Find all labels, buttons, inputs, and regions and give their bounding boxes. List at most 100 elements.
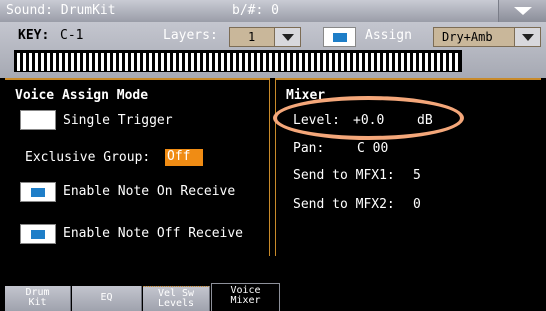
keyboard-key[interactable] — [173, 53, 176, 71]
keyboard-key[interactable] — [107, 53, 110, 71]
keyboard-key[interactable] — [353, 53, 356, 71]
keyboard-key[interactable] — [311, 53, 314, 71]
keyboard-key[interactable] — [155, 53, 158, 71]
keyboard-key[interactable] — [65, 53, 68, 71]
keyboard-key[interactable] — [245, 53, 248, 71]
keyboard-key[interactable] — [257, 53, 260, 71]
keyboard-key[interactable] — [377, 53, 380, 71]
keyboard-key[interactable] — [209, 53, 212, 71]
layers-dropdown-arrow[interactable] — [274, 28, 300, 46]
keyboard-key[interactable] — [77, 53, 80, 71]
keyboard-key[interactable] — [71, 53, 74, 71]
keyboard-key[interactable] — [395, 53, 398, 71]
keyboard-key[interactable] — [35, 53, 38, 71]
mfx1-row[interactable]: Send to MFX1: 5 — [293, 168, 421, 183]
keyboard-key[interactable] — [167, 53, 170, 71]
keyboard-key[interactable] — [53, 53, 56, 71]
keyboard-key[interactable] — [263, 53, 266, 71]
keyboard-key[interactable] — [137, 53, 140, 71]
keyboard-key[interactable] — [347, 53, 350, 71]
keyboard-key[interactable] — [233, 53, 236, 71]
keyboard-key[interactable] — [323, 53, 326, 71]
keyboard-key[interactable] — [185, 53, 188, 71]
pan-value[interactable]: C 00 — [357, 141, 388, 156]
keyboard-key[interactable] — [197, 53, 200, 71]
keyboard-key[interactable] — [449, 53, 452, 71]
fx-type-dropdown[interactable]: Dry+Amb — [433, 27, 541, 47]
tab-eq[interactable]: EQ — [72, 286, 142, 311]
keyboard-key[interactable] — [23, 53, 26, 71]
pan-row[interactable]: Pan: C 00 — [293, 141, 388, 156]
keyboard-key[interactable] — [455, 53, 458, 71]
single-trigger-checkbox[interactable] — [20, 110, 56, 130]
note-on-checkbox[interactable] — [20, 182, 56, 202]
keyboard-key[interactable] — [281, 53, 284, 71]
keyboard-key[interactable] — [101, 53, 104, 71]
keyboard-key[interactable] — [437, 53, 440, 71]
level-annotation-ellipse — [273, 96, 464, 140]
keyboard-key[interactable] — [47, 53, 50, 71]
keyboard-key[interactable] — [341, 53, 344, 71]
keyboard-key[interactable] — [335, 53, 338, 71]
keyboard-key[interactable] — [317, 53, 320, 71]
keyboard-key[interactable] — [221, 53, 224, 71]
keyboard-key[interactable] — [17, 53, 20, 71]
keyboard-key[interactable] — [443, 53, 446, 71]
keyboard-key[interactable] — [419, 53, 422, 71]
keyboard-key[interactable] — [401, 53, 404, 71]
keyboard-key[interactable] — [191, 53, 194, 71]
keyboard-key[interactable] — [161, 53, 164, 71]
keyboard-key[interactable] — [413, 53, 416, 71]
keyboard-key[interactable] — [41, 53, 44, 71]
keyboard-key[interactable] — [149, 53, 152, 71]
keyboard-key[interactable] — [371, 53, 374, 71]
sound-name: Sound: DrumKit — [6, 3, 116, 18]
keyboard-key[interactable] — [269, 53, 272, 71]
page-menu-button[interactable] — [498, 0, 546, 22]
keyboard-key[interactable] — [287, 53, 290, 71]
mfx2-row[interactable]: Send to MFX2: 0 — [293, 197, 421, 212]
keyboard-key[interactable] — [293, 53, 296, 71]
exclusive-group-value[interactable]: Off — [165, 149, 203, 166]
layers-dropdown[interactable]: 1 — [229, 27, 301, 47]
keyboard-key[interactable] — [365, 53, 368, 71]
keyboard-key[interactable] — [83, 53, 86, 71]
keyboard-key[interactable] — [95, 53, 98, 71]
keyboard-key[interactable] — [131, 53, 134, 71]
keyboard-key[interactable] — [203, 53, 206, 71]
tab-drum-kit[interactable]: Drum Kit — [5, 286, 71, 311]
mfx1-value[interactable]: 5 — [413, 168, 421, 183]
keyboard-strip[interactable] — [14, 50, 462, 72]
keyboard-key[interactable] — [359, 53, 362, 71]
keyboard-key[interactable] — [329, 53, 332, 71]
key-value[interactable]: C-1 — [60, 28, 83, 43]
keyboard-key[interactable] — [275, 53, 278, 71]
keyboard-key[interactable] — [125, 53, 128, 71]
keyboard-key[interactable] — [29, 53, 32, 71]
keyboard-key[interactable] — [239, 53, 242, 71]
keyboard-key[interactable] — [113, 53, 116, 71]
single-trigger-label: Single Trigger — [63, 113, 173, 128]
fx-type-dropdown-arrow[interactable] — [514, 28, 540, 46]
keyboard-key[interactable] — [179, 53, 182, 71]
tab-vel-sw-levels[interactable]: Vel Sw Levels — [143, 286, 210, 311]
tab-voice-mixer[interactable]: Voice Mixer — [211, 283, 280, 311]
keyboard-key[interactable] — [215, 53, 218, 71]
note-off-checkbox[interactable] — [20, 224, 56, 244]
mfx2-value[interactable]: 0 — [413, 197, 421, 212]
keyboard-key[interactable] — [305, 53, 308, 71]
keyboard-key[interactable] — [89, 53, 92, 71]
keyboard-key[interactable] — [59, 53, 62, 71]
keyboard-key[interactable] — [251, 53, 254, 71]
assign-checkbox[interactable] — [323, 27, 356, 47]
keyboard-key[interactable] — [425, 53, 428, 71]
keyboard-key[interactable] — [119, 53, 122, 71]
keyboard-key[interactable] — [299, 53, 302, 71]
keyboard-key[interactable] — [389, 53, 392, 71]
keyboard-key[interactable] — [227, 53, 230, 71]
keyboard-key[interactable] — [431, 53, 434, 71]
chevron-down-icon — [282, 34, 294, 41]
keyboard-key[interactable] — [383, 53, 386, 71]
keyboard-key[interactable] — [407, 53, 410, 71]
keyboard-key[interactable] — [143, 53, 146, 71]
